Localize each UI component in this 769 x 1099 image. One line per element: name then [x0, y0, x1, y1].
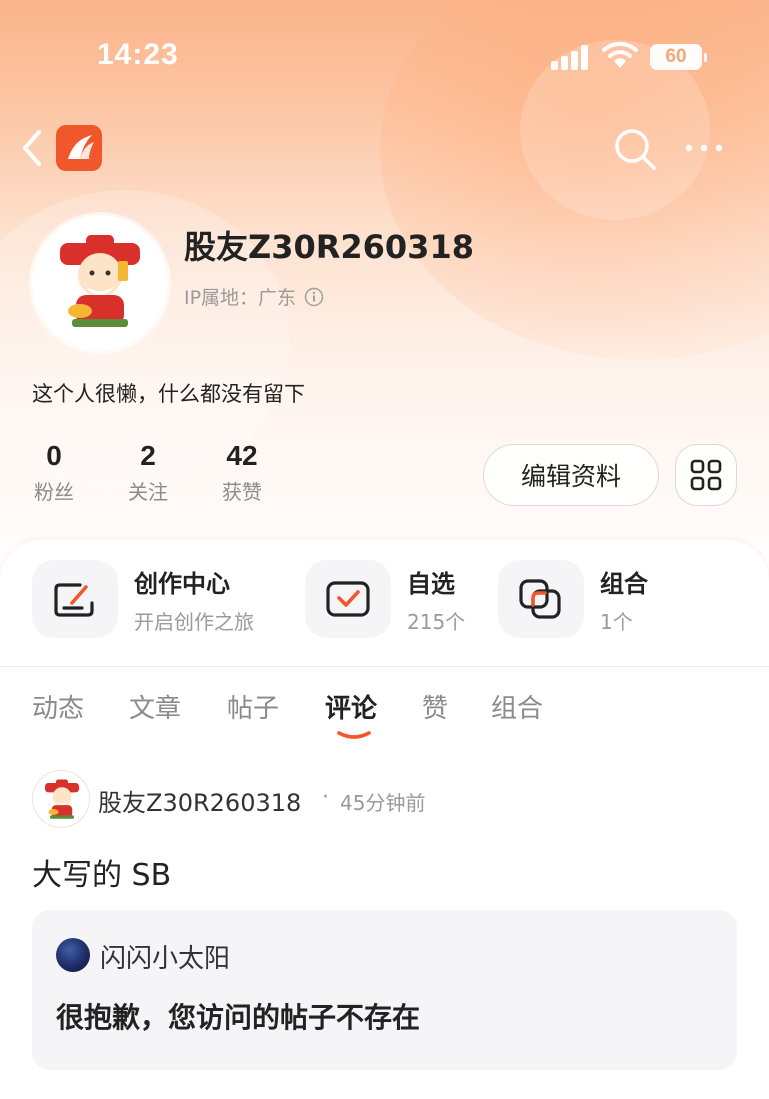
active-tab-indicator — [337, 731, 371, 739]
qr-code-icon — [690, 459, 722, 491]
comment-author-avatar[interactable] — [32, 770, 90, 828]
qr-code-button[interactable] — [675, 444, 737, 506]
more-dots-icon[interactable] — [684, 138, 724, 158]
feature-title: 自选 — [407, 570, 455, 598]
stat-value: 42 — [226, 440, 258, 471]
feature-creation-center[interactable]: 创作中心 开启创作之旅 — [32, 560, 282, 640]
tab-posts[interactable]: 帖子 — [227, 688, 279, 725]
wifi-icon — [602, 41, 638, 68]
quoted-author-name: 闪闪小太阳 — [100, 944, 231, 974]
feature-title: 组合 — [600, 570, 648, 598]
feature-watchlist[interactable]: 自选 215个 — [305, 560, 485, 640]
search-icon[interactable] — [613, 127, 657, 171]
quoted-post-text: 很抱歉，您访问的帖子不存在 — [56, 1001, 421, 1034]
feature-subtitle: 开启创作之旅 — [134, 610, 254, 634]
create-icon — [32, 560, 118, 638]
stat-value: 2 — [140, 440, 156, 471]
stat-following[interactable]: 2 关注 — [108, 440, 188, 505]
divider — [0, 666, 769, 667]
portfolio-icon — [498, 560, 584, 638]
edit-profile-button[interactable]: 编辑资料 — [483, 444, 659, 506]
comment-author-name[interactable]: 股友Z30R260318 — [98, 783, 301, 818]
cellular-signal-icon — [551, 44, 591, 70]
stat-followers[interactable]: 0 粉丝 — [14, 440, 94, 505]
profile-avatar[interactable] — [32, 215, 168, 351]
tab-likes[interactable]: 赞 — [422, 688, 448, 725]
profile-username: 股友Z30R260318 — [184, 228, 474, 266]
watchlist-check-icon — [305, 560, 391, 638]
feature-subtitle: 1个 — [600, 610, 633, 634]
chevron-left-icon[interactable] — [20, 128, 44, 168]
status-time: 14:23 — [97, 38, 179, 71]
tab-activity[interactable]: 动态 — [32, 688, 84, 725]
comment-time: 45分钟前 — [340, 791, 426, 815]
profile-bio: 这个人很懒，什么都没有留下 — [32, 382, 305, 406]
tab-articles[interactable]: 文章 — [129, 688, 181, 725]
feature-portfolio[interactable]: 组合 1个 — [498, 560, 678, 640]
info-icon[interactable] — [304, 287, 324, 307]
tab-comments[interactable]: 评论 — [325, 688, 377, 725]
quoted-post-card[interactable]: 闪闪小太阳 很抱歉，您访问的帖子不存在 — [32, 910, 737, 1070]
tab-portfolio[interactable]: 组合 — [491, 688, 543, 725]
app-logo-icon — [56, 125, 102, 171]
ip-location-text: IP属地：广东 — [184, 287, 297, 309]
feature-title: 创作中心 — [134, 570, 230, 598]
stat-value: 0 — [46, 440, 62, 471]
quoted-author-avatar — [56, 938, 90, 972]
comment-text: 大写的 SB — [32, 858, 172, 893]
stat-label: 粉丝 — [34, 480, 74, 504]
battery-indicator: 60 — [650, 44, 707, 70]
stat-label: 关注 — [128, 480, 168, 504]
feature-subtitle: 215个 — [407, 610, 466, 634]
stat-likes[interactable]: 42 获赞 — [202, 440, 282, 505]
stat-label: 获赞 — [222, 480, 262, 504]
ip-location: IP属地：广东 — [184, 283, 324, 310]
separator-dot: · — [322, 785, 329, 810]
